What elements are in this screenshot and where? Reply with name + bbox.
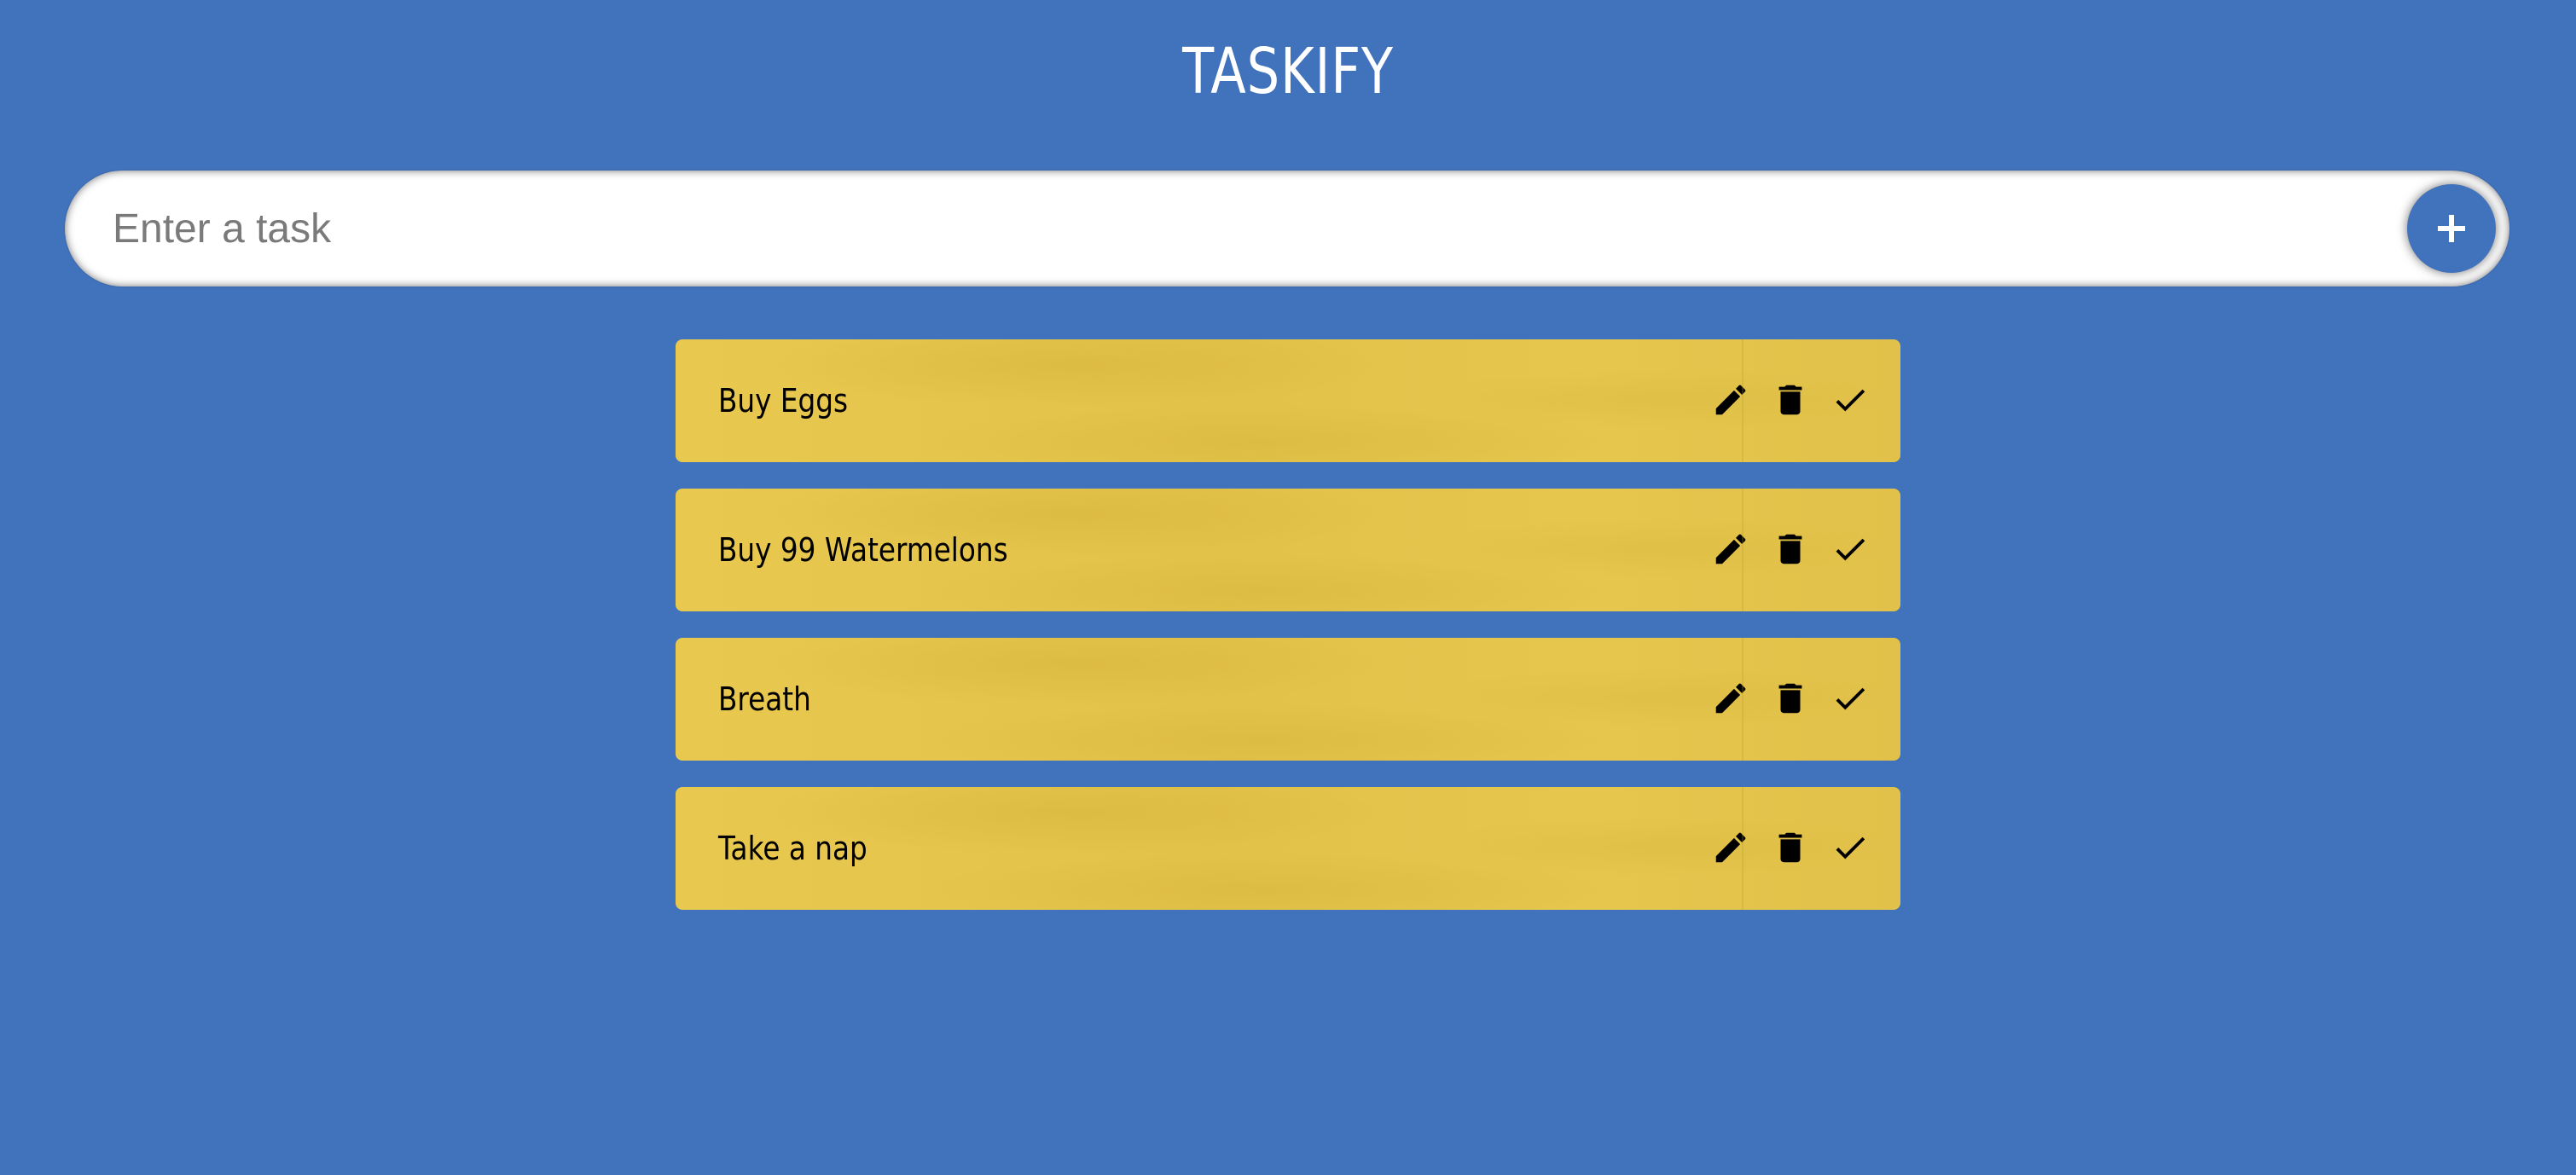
trash-icon[interactable] [1771,530,1810,569]
todo-list: Buy Eggs Buy 99 Watermelons Breath Take … [676,339,1900,936]
plus-icon [2438,215,2465,242]
app-title: TASKIFY [1182,35,1394,108]
todo-card: Buy 99 Watermelons [676,489,1900,611]
check-icon[interactable] [1830,679,1870,718]
todo-text: Breath [718,680,811,718]
todo-card: Breath [676,638,1900,761]
todo-card: Buy Eggs [676,339,1900,462]
todo-card: Take a nap [676,787,1900,910]
task-form [65,171,2509,287]
pencil-icon[interactable] [1711,828,1750,867]
todo-text: Buy 99 Watermelons [718,531,1008,569]
check-icon[interactable] [1830,828,1870,867]
pencil-icon[interactable] [1711,530,1750,569]
trash-icon[interactable] [1771,380,1810,420]
trash-icon[interactable] [1771,679,1810,718]
todo-text: Buy Eggs [718,382,849,420]
pencil-icon[interactable] [1711,679,1750,718]
taskify-app: TASKIFY Buy Eggs [0,0,2576,1175]
add-task-button[interactable] [2407,184,2496,273]
todo-text: Take a nap [718,830,867,867]
check-icon[interactable] [1830,380,1870,420]
check-icon[interactable] [1830,530,1870,569]
task-input[interactable] [113,171,2347,287]
pencil-icon[interactable] [1711,380,1750,420]
trash-icon[interactable] [1771,828,1810,867]
